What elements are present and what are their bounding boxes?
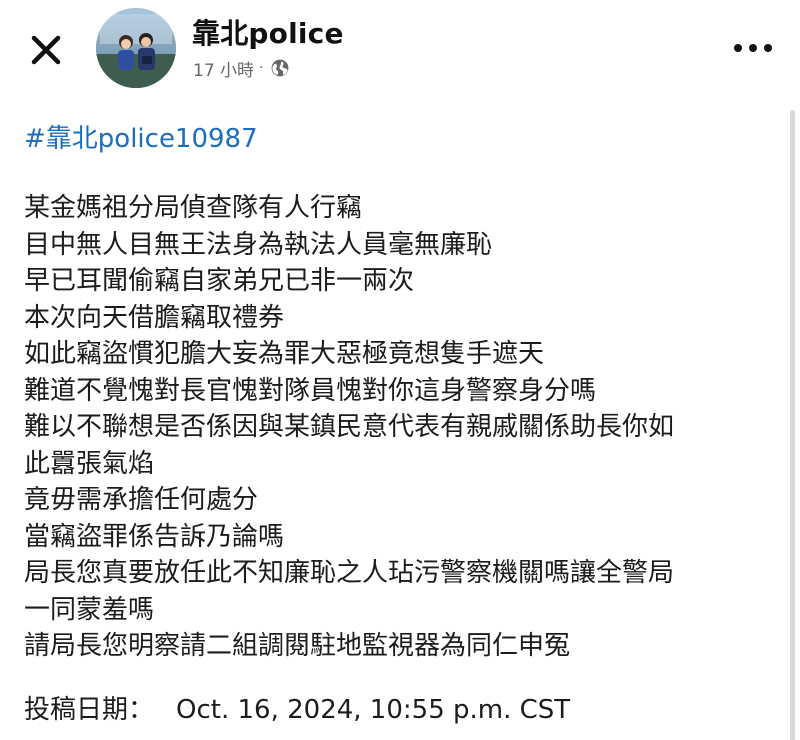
post-header: 靠北police 17 小時 · bbox=[0, 0, 800, 100]
post-body-line: 難道不覺愧對長官愧對隊員愧對你這身警察身分嗎 bbox=[24, 375, 597, 406]
post-body-line: 如此竊盜慣犯膽大妄為罪大惡極竟想隻手遮天 bbox=[24, 339, 545, 369]
author-name[interactable]: 靠北police bbox=[192, 12, 344, 52]
submission-date-row: 投稿日期： Oct. 16, 2024, 10:55 p.m. CST bbox=[24, 692, 570, 728]
submission-date-value: Oct. 16, 2024, 10:55 p.m. CST bbox=[176, 695, 571, 725]
globe-icon bbox=[270, 58, 290, 78]
avatar[interactable] bbox=[96, 8, 176, 88]
hashtag-link[interactable]: #靠北police10987 bbox=[24, 118, 258, 155]
close-button[interactable] bbox=[26, 30, 66, 70]
post-body-line: 本次向天借膽竊取禮券 bbox=[24, 302, 285, 333]
post-body-line: 此囂張氣焰 bbox=[24, 448, 155, 479]
post-body: 某金媽祖分局偵查隊有人行竊 目中無人目無王法身為執法人員毫無廉恥 早已耳聞偷竊自… bbox=[24, 190, 784, 665]
post-time[interactable]: 17 小時 bbox=[193, 56, 254, 81]
more-options-icon bbox=[734, 44, 772, 52]
submission-date-label: 投稿日期： bbox=[24, 695, 155, 725]
post-meta: 17 小時 · bbox=[193, 56, 290, 81]
post-body-line: 當竊盜罪係告訴乃論嗎 bbox=[24, 521, 285, 552]
close-icon bbox=[31, 35, 61, 65]
post-body-line: 難以不聯想是否係因與某鎮民意代表有親戚關係助長你如 bbox=[24, 412, 675, 442]
post-body-line: 請局長您明察請二組調閱駐地監視器為同仁申冤 bbox=[24, 631, 571, 661]
scrollbar[interactable] bbox=[790, 110, 795, 740]
meta-separator: · bbox=[259, 60, 264, 76]
more-options-button[interactable] bbox=[730, 36, 776, 60]
post-body-line: 早已耳聞偷竊自家弟兄已非一兩次 bbox=[24, 266, 415, 296]
post-view: 靠北police 17 小時 · #靠北police10987 某金媽祖分局偵查… bbox=[0, 0, 800, 740]
avatar-image bbox=[96, 8, 176, 88]
post-body-line: 竟毋需承擔任何處分 bbox=[24, 485, 259, 515]
post-body-line: 目中無人目無王法身為執法人員毫無廉恥 bbox=[24, 229, 493, 260]
post-body-line: 一同蒙羞嗎 bbox=[24, 594, 155, 625]
post-body-line: 局長您真要放任此不知廉恥之人玷污警察機關嗎讓全警局 bbox=[24, 558, 675, 588]
post-body-line: 某金媽祖分局偵查隊有人行竊 bbox=[24, 193, 363, 223]
